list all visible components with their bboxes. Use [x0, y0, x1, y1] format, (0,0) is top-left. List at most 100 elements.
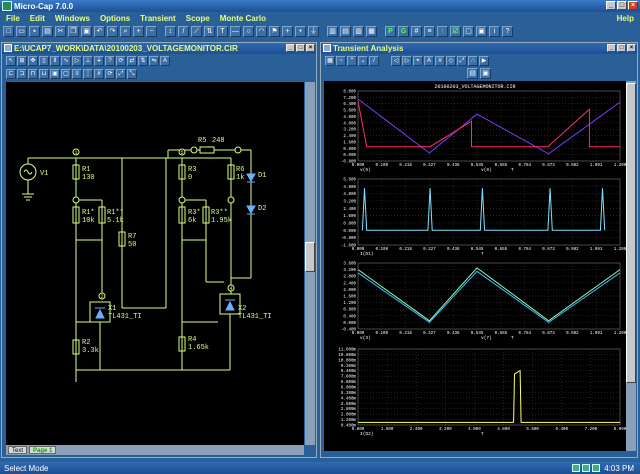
- schematic-minimize-button[interactable]: _: [286, 44, 295, 52]
- schematic-vscrollbar[interactable]: [305, 82, 315, 445]
- shrink-icon[interactable]: ⤡: [127, 68, 137, 79]
- data-points-icon[interactable]: ∴: [468, 55, 478, 66]
- page-1-tab[interactable]: Page 1: [29, 446, 57, 454]
- rotate-icon[interactable]: ⟳: [116, 55, 126, 66]
- bus-icon[interactable]: ⇅: [204, 25, 215, 37]
- menu-scope[interactable]: Scope: [186, 14, 210, 23]
- transient-plot-area[interactable]: 20100203_VOLTAGEMONITOR.CIR 8.000 7.200 6.…: [324, 81, 627, 451]
- peak-icon[interactable]: ⌃: [347, 55, 357, 66]
- font-icon[interactable]: A: [160, 55, 170, 66]
- battery-icon[interactable]: ⊥: [83, 55, 93, 66]
- node-icon[interactable]: •: [295, 25, 306, 37]
- ellipse-icon[interactable]: ○: [243, 25, 254, 37]
- copy-icon[interactable]: ❐: [68, 25, 79, 37]
- d2-symbol[interactable]: [246, 205, 256, 215]
- align-right-icon[interactable]: ⊐: [17, 68, 27, 79]
- schematic-scroll-thumb[interactable]: [305, 242, 315, 272]
- menu-options[interactable]: Options: [100, 14, 130, 23]
- animate-icon[interactable]: ▶: [479, 55, 489, 66]
- help-icon[interactable]: ?: [502, 25, 513, 37]
- slope-icon[interactable]: /: [369, 55, 379, 66]
- align-bottom-icon[interactable]: ⊔: [39, 68, 49, 79]
- transient-titlebar[interactable]: Transient Analysis _ □ ×: [321, 43, 637, 54]
- refresh-icon[interactable]: ⟳: [105, 68, 115, 79]
- valley-icon[interactable]: ⌄: [358, 55, 368, 66]
- show-nodes-icon[interactable]: #: [94, 68, 104, 79]
- tag-icon[interactable]: ⌖: [413, 55, 423, 66]
- menu-transient[interactable]: Transient: [140, 14, 176, 23]
- diode-icon[interactable]: ▷: [72, 55, 82, 66]
- pan-icon[interactable]: ✥: [28, 55, 38, 66]
- ground-part-icon[interactable]: ⏚: [94, 55, 104, 66]
- transient-vscrollbar[interactable]: [626, 81, 636, 451]
- menu-file[interactable]: File: [6, 14, 20, 23]
- capacitor-icon[interactable]: ‖: [50, 55, 60, 66]
- paste-icon[interactable]: ▣: [81, 25, 92, 37]
- undo-icon[interactable]: ↶: [94, 25, 105, 37]
- query-icon[interactable]: ?: [105, 55, 115, 66]
- resistor-icon[interactable]: ▯: [39, 55, 49, 66]
- zoom-out-icon[interactable]: −: [146, 25, 157, 37]
- transient-close-button[interactable]: ×: [627, 44, 636, 52]
- go-left-icon[interactable]: ◁: [391, 55, 401, 66]
- schematic-close-button[interactable]: ×: [306, 44, 315, 52]
- component-icon[interactable]: ↕: [165, 25, 176, 37]
- print-icon[interactable]: ▤: [42, 25, 53, 37]
- r5-symbol[interactable]: [199, 146, 215, 154]
- flag-icon[interactable]: ⚑: [269, 25, 280, 37]
- transient-minimize-button[interactable]: _: [607, 44, 616, 52]
- ground-icon[interactable]: ⏚: [308, 25, 319, 37]
- cursor-mode-icon[interactable]: ~: [336, 55, 346, 66]
- text-tab[interactable]: Text: [8, 446, 28, 454]
- arc-icon[interactable]: ◠: [256, 25, 267, 37]
- schematic-titlebar[interactable]: E:\UCAP7_WORK\DATA\20100203_VOLTAGEMONIT…: [2, 43, 316, 54]
- cascade-icon[interactable]: ▥: [327, 25, 338, 37]
- arrange-icon[interactable]: ▦: [366, 25, 377, 37]
- flip-y-icon[interactable]: ⇅: [138, 55, 148, 66]
- go-right-icon[interactable]: ▷: [402, 55, 412, 66]
- grid-toggle-icon[interactable]: #: [435, 55, 445, 66]
- transient-scroll-thumb[interactable]: [626, 83, 636, 383]
- minimize-button[interactable]: _: [606, 1, 616, 10]
- group-icon[interactable]: ▣: [50, 68, 60, 79]
- redo-icon[interactable]: ↷: [107, 25, 118, 37]
- state-icon[interactable]: ☑: [450, 25, 461, 37]
- tray-icon-3[interactable]: [592, 464, 600, 472]
- new-icon[interactable]: □: [3, 25, 14, 37]
- menu-help[interactable]: Help: [617, 14, 634, 23]
- scale-icon[interactable]: ▦: [325, 55, 335, 66]
- transient-maximize-button[interactable]: □: [617, 44, 626, 52]
- limits-icon[interactable]: ▣: [480, 68, 491, 79]
- zoom-in-icon[interactable]: +: [133, 25, 144, 37]
- autoscale-icon[interactable]: ⤢: [457, 55, 467, 66]
- label-icon[interactable]: A: [424, 55, 434, 66]
- select-icon[interactable]: ↖: [6, 55, 16, 66]
- grid-icon[interactable]: G: [398, 25, 409, 37]
- pin-icon[interactable]: +: [282, 25, 293, 37]
- open-icon[interactable]: ▭: [16, 25, 27, 37]
- save-icon[interactable]: ▪: [29, 25, 40, 37]
- find-icon[interactable]: ⌕: [120, 25, 131, 37]
- schematic-maximize-button[interactable]: □: [296, 44, 305, 52]
- info-icon[interactable]: i: [489, 25, 500, 37]
- stepping-icon[interactable]: ▤: [467, 68, 478, 79]
- show-pins-icon[interactable]: ⋮: [83, 68, 93, 79]
- token-icon[interactable]: ◇: [446, 55, 456, 66]
- schematic-canvas[interactable]: 1 5 2 4 V1 R1 130 R1* 10k R1** 5.1k R7 5…: [6, 82, 304, 445]
- text-icon[interactable]: T: [217, 25, 228, 37]
- tile-h-icon[interactable]: ▤: [340, 25, 351, 37]
- pin-names-icon[interactable]: ≡: [424, 25, 435, 37]
- node-numbers-icon[interactable]: #: [411, 25, 422, 37]
- menu-edit[interactable]: Edit: [30, 14, 45, 23]
- tray-icon-2[interactable]: [582, 464, 590, 472]
- flip-x-icon[interactable]: ⇄: [127, 55, 137, 66]
- inductor-icon[interactable]: ∿: [61, 55, 71, 66]
- properties-icon[interactable]: ▣: [476, 25, 487, 37]
- d1-symbol[interactable]: [246, 173, 256, 183]
- tile-v-icon[interactable]: ▥: [353, 25, 364, 37]
- wire-icon[interactable]: /: [178, 25, 189, 37]
- maximize-button[interactable]: □: [617, 1, 627, 10]
- diag-wire-icon[interactable]: ⟋: [191, 25, 202, 37]
- align-top-icon[interactable]: ⊓: [28, 68, 38, 79]
- page-icon[interactable]: ▢: [463, 25, 474, 37]
